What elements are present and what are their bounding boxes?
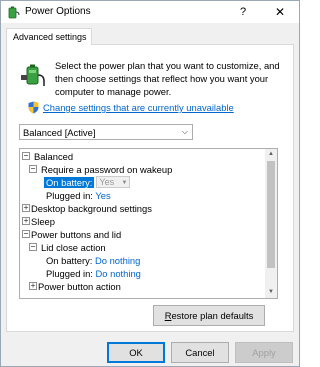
change-settings-link[interactable]: Change settings that are currently unava…: [43, 102, 234, 113]
uac-shield-icon: [28, 101, 39, 114]
collapse-icon[interactable]: −: [29, 165, 37, 173]
help-button[interactable]: ?: [234, 3, 252, 21]
expand-icon[interactable]: +: [22, 204, 30, 212]
tree-item-label: Balanced: [34, 151, 74, 162]
collapse-icon[interactable]: −: [22, 152, 30, 160]
battery-plug-icon: [21, 64, 45, 86]
tree-item-value: Yes: [95, 190, 111, 201]
tab-advanced-settings[interactable]: Advanced settings: [6, 28, 92, 45]
scroll-up-arrow-icon[interactable]: ▲: [265, 149, 277, 160]
chevron-down-icon: ⌵: [181, 127, 188, 136]
window-title: Power Options: [25, 6, 91, 17]
scroll-thumb[interactable]: [267, 161, 275, 268]
select-value: Yes: [99, 177, 115, 187]
tab-label: Advanced settings: [13, 32, 87, 42]
tree-item-value: Do nothing: [95, 255, 141, 266]
tree-item-label: Lid close action: [41, 242, 106, 253]
tree-item-label: Desktop background settings: [31, 203, 152, 214]
power-options-window: Power Options ? ✕ Advanced settings Sele…: [0, 0, 300, 367]
scroll-down-arrow-icon[interactable]: ▼: [265, 287, 277, 298]
tree-item-value: Do nothing: [95, 268, 141, 279]
tree-item-label: Power button action: [38, 281, 121, 292]
collapse-icon[interactable]: −: [29, 243, 37, 251]
settings-tree[interactable]: − Balanced − Require a password on wakeu…: [19, 148, 278, 299]
tree-item-label: On battery:: [46, 255, 93, 266]
tree-item-label: Sleep: [31, 216, 55, 227]
tree-item-label: Plugged in:: [46, 190, 93, 201]
tree-item-label: Power buttons and lid: [31, 229, 122, 240]
title-bar: Power Options ? ✕: [1, 1, 299, 23]
restore-label: estore plan defaults: [171, 310, 254, 321]
restore-plan-defaults-button[interactable]: Restore plan defaults: [153, 305, 265, 326]
collapse-icon[interactable]: −: [22, 230, 30, 238]
expand-icon[interactable]: +: [22, 217, 30, 225]
tree-item-label-selected: On battery:: [44, 177, 95, 188]
apply-button[interactable]: Apply: [235, 342, 293, 363]
power-options-icon: [8, 6, 20, 19]
tree-item-label: Require a password on wakeup: [41, 164, 173, 175]
power-plan-select[interactable]: Balanced [Active] ⌵: [19, 124, 193, 140]
tree-item-label: Plugged in:: [46, 268, 93, 279]
chevron-down-icon: ▼: [121, 180, 128, 186]
on-battery-password-select[interactable]: Yes ▼: [96, 176, 131, 188]
close-button[interactable]: ✕: [269, 3, 291, 21]
cancel-button[interactable]: Cancel: [171, 342, 229, 363]
expand-icon[interactable]: +: [29, 282, 37, 290]
power-plan-value: Balanced [Active]: [23, 127, 96, 138]
ok-button[interactable]: OK: [107, 342, 165, 363]
intro-text: Select the power plan that you want to c…: [55, 60, 280, 97]
tree-scrollbar[interactable]: ▲ ▼: [265, 149, 277, 298]
